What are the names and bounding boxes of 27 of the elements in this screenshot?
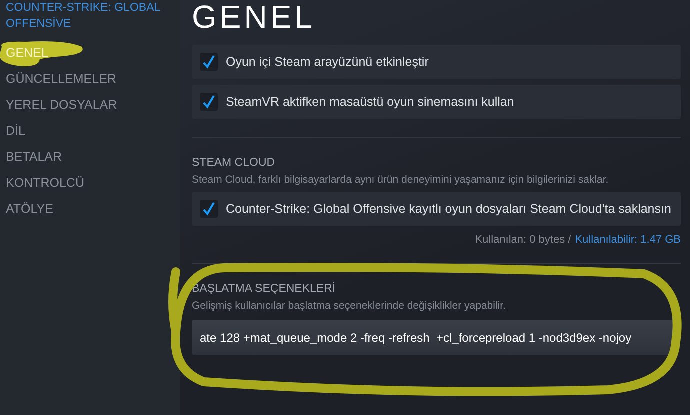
checkbox[interactable] — [200, 53, 218, 71]
sidebar-item[interactable]: KONTROLCÜ — [6, 176, 84, 190]
launch-options-field[interactable]: ate 128 +mat_queue_mode 2 -freq -refresh +cl_forcepreload 1 -nod3d9ex -nojoy — [192, 320, 673, 355]
checkbox-row[interactable]: SteamVR aktifken masaüstü oyun sinemasını kullan — [192, 85, 681, 119]
checkbox[interactable] — [200, 200, 218, 218]
checkbox-label: Counter-Strike: Global Offensive kayıtlı oyun dosyaları Steam Cloud'ta saklansın — [226, 202, 672, 216]
checkbox-check-icon — [203, 55, 215, 69]
sidebar-item[interactable]: GÜNCELLEMELER — [6, 72, 116, 86]
game-title: COUNTER-STRIKE: GLOBAL OFFENSİVE — [5, 1, 162, 32]
sidebar-item[interactable]: YEREL DOSYALAR — [6, 98, 118, 112]
section-description: Gelişmiş kullanıcılar başlatma seçeneklerinde değişiklikler yapabilir. — [192, 300, 507, 312]
sidebar-item[interactable]: BETALAR — [6, 150, 62, 164]
section-heading: STEAM CLOUD — [192, 157, 276, 169]
checkbox[interactable] — [200, 93, 218, 111]
checkbox-check-icon — [203, 202, 215, 216]
available-link[interactable]: Kullanılabilir: 1.47 GB — [575, 234, 681, 246]
sidebar-item[interactable]: ATÖLYE — [6, 202, 54, 216]
usage-text: Kullanılan: 0 bytes / — [475, 234, 572, 246]
checkbox-row[interactable]: Counter-Strike: Global Offensive kayıtlı oyun dosyaları Steam Cloud'ta saklansın — [192, 192, 681, 226]
sidebar-item[interactable]: DİL — [6, 124, 26, 138]
section-description: Steam Cloud, farklı bilgisayarlarda aynı ürün deneyimini yaşamanız için bilgilerinizi saklar. — [192, 174, 610, 186]
checkbox-label: SteamVR aktifken masaüstü oyun sinemasını kullan — [226, 95, 514, 109]
section-heading: BAŞLATMA SEÇENEKLERİ — [192, 283, 337, 295]
checkbox-row[interactable]: Oyun içi Steam arayüzünü etkinleştir — [192, 45, 681, 79]
checkbox-label: Oyun içi Steam arayüzünü etkinleştir — [226, 55, 429, 69]
checkbox-check-icon — [203, 95, 215, 109]
page-title: GENEL — [192, 0, 316, 37]
